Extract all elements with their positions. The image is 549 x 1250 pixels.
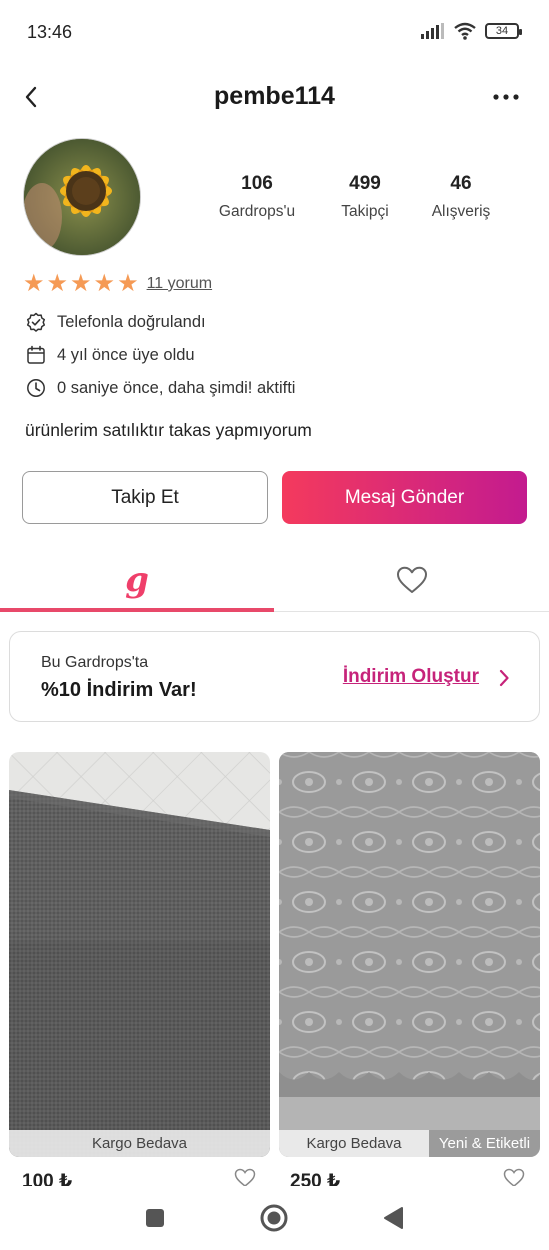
stat-label: Gardrops'u: [218, 203, 296, 220]
reviews-link[interactable]: 11 yorum: [147, 275, 213, 293]
recent-apps-button[interactable]: [139, 1202, 171, 1234]
discount-promo-card[interactable]: Bu Gardrops'ta %10 İndirim Var! İndirim …: [9, 631, 540, 722]
status-bar: 13:46 34: [0, 0, 549, 64]
wifi-icon: [454, 22, 476, 40]
star-icon: ★: [117, 270, 139, 297]
product-price: 100 ₺: [22, 1171, 73, 1186]
send-message-button[interactable]: Mesaj Gönder: [282, 471, 527, 524]
product-card[interactable]: Kargo Bedava: [9, 752, 270, 1157]
follow-button[interactable]: Takip Et: [22, 471, 268, 524]
promo-title: %10 İndirim Var!: [41, 679, 197, 701]
favorite-button[interactable]: [234, 1168, 256, 1186]
chevron-right-icon[interactable]: [495, 668, 513, 688]
stat-value: 499: [349, 173, 381, 194]
info-text: 4 yıl önce üye oldu: [57, 345, 195, 364]
new-with-tags-badge: Yeni & Etiketli: [429, 1130, 540, 1157]
signal-icon: [421, 23, 444, 39]
heart-outline-icon: [503, 1168, 525, 1186]
system-nav-bar: [0, 1186, 549, 1250]
info-text: 0 saniye önce, daha şimdi! aktifti: [57, 378, 296, 397]
info-last-active: 0 saniye önce, daha şimdi! aktifti: [25, 377, 295, 399]
product-caption: Kargo Bedava: [9, 1130, 270, 1157]
triangle-back-icon: [384, 1207, 403, 1229]
verified-badge-icon: [25, 311, 47, 333]
active-tab-indicator: [0, 608, 274, 612]
profile-bio: ürünlerim satılıktır takas yapmıyorum: [25, 420, 312, 440]
product-card[interactable]: Kargo Bedava Yeni & Etiketli: [279, 752, 540, 1157]
heart-outline-icon: [234, 1168, 256, 1186]
star-icon: ★: [93, 270, 116, 297]
avatar[interactable]: [23, 138, 141, 256]
info-member-since: 4 yıl önce üye oldu: [25, 344, 195, 366]
top-bar: pembe114: [0, 70, 549, 124]
free-shipping-label: Kargo Bedava: [91, 1135, 188, 1152]
square-icon: [146, 1209, 164, 1227]
tab-likes[interactable]: [275, 548, 549, 612]
more-options-button[interactable]: [489, 82, 523, 112]
product-price: 250 ₺: [290, 1171, 341, 1186]
product-image: [9, 752, 270, 1157]
star-icon: ★: [46, 270, 69, 297]
profile-stats: 106 Gardrops'u 499 Takipçi 46 Alışveriş: [205, 173, 505, 221]
heart-outline-icon: [397, 566, 427, 593]
profile-tabs: g: [0, 548, 549, 612]
clock-icon: [25, 377, 47, 399]
product-image: [279, 752, 540, 1157]
stat-label: Alışveriş: [431, 203, 491, 220]
status-icons: 34: [421, 22, 522, 40]
free-shipping-label: Kargo Bedava: [306, 1135, 402, 1152]
sunflower-avatar-image: [24, 139, 140, 255]
rating: ★ ★ ★ ★ ★ 11 yorum: [23, 272, 212, 296]
stat-followers[interactable]: 499 Takipçi: [309, 173, 421, 221]
rating-stars: ★ ★ ★ ★ ★: [23, 272, 139, 296]
stat-value: 106: [241, 173, 273, 194]
stat-closet[interactable]: 106 Gardrops'u: [205, 173, 309, 221]
battery-icon: 34: [485, 23, 522, 39]
gardrops-logo-icon: g: [125, 560, 149, 600]
stat-value: 46: [450, 173, 472, 194]
star-icon: ★: [23, 270, 45, 297]
favorite-button[interactable]: [503, 1168, 525, 1186]
promo-subtitle: Bu Gardrops'ta: [41, 654, 149, 671]
calendar-icon: [25, 344, 47, 366]
info-text: Telefonla doğrulandı: [57, 312, 206, 331]
home-button[interactable]: [258, 1202, 290, 1234]
system-back-button[interactable]: [377, 1202, 409, 1234]
more-dots-icon: [493, 94, 519, 100]
star-icon: ★: [70, 270, 92, 297]
page-title: pembe114: [214, 82, 335, 110]
create-discount-link[interactable]: İndirim Oluştur: [343, 666, 479, 688]
stat-label: Takipçi: [341, 203, 389, 220]
tab-closet[interactable]: g: [0, 548, 274, 612]
home-circle-icon: [260, 1204, 288, 1232]
stat-purchases[interactable]: 46 Alışveriş: [421, 173, 501, 221]
info-verified: Telefonla doğrulandı: [25, 311, 206, 333]
status-time: 13:46: [27, 22, 73, 42]
